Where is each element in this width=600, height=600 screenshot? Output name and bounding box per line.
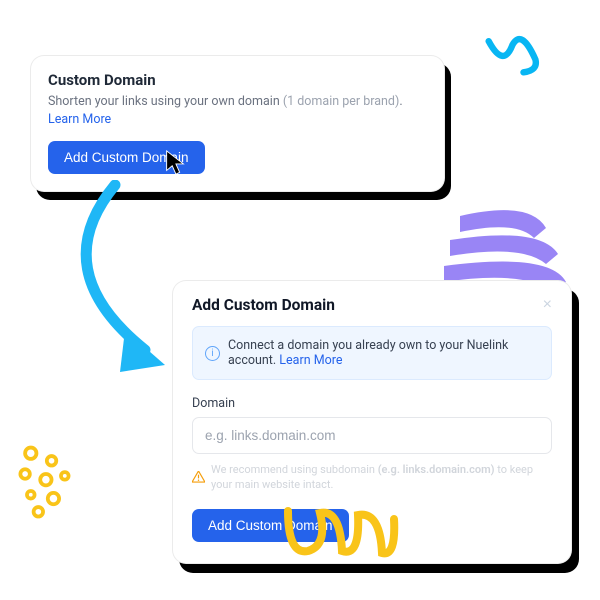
add-custom-domain-dialog: Add Custom Domain × i Connect a domain y… <box>172 280 572 564</box>
add-custom-domain-submit-button[interactable]: Add Custom Domain <box>192 509 349 542</box>
dialog-title: Add Custom Domain <box>192 296 335 314</box>
learn-more-link[interactable]: Learn More <box>279 353 342 368</box>
cursor-icon <box>165 150 185 176</box>
info-banner: i Connect a domain you already own to yo… <box>192 326 552 380</box>
card-subtitle: Shorten your links using your own domain… <box>48 93 427 129</box>
info-banner-text: Connect a domain you already own to your… <box>228 338 539 368</box>
learn-more-link[interactable]: Learn More <box>48 112 111 127</box>
domain-input[interactable] <box>192 417 552 454</box>
domain-hint: We recommend using subdomain (e.g. links… <box>192 462 552 493</box>
info-icon: i <box>205 346 220 361</box>
blue-squiggle-decoration <box>485 32 540 87</box>
close-icon[interactable]: × <box>543 297 552 313</box>
card-title: Custom Domain <box>48 71 427 89</box>
domain-field-label: Domain <box>192 396 552 411</box>
yellow-dots-decoration <box>10 440 95 525</box>
custom-domain-card: Custom Domain Shorten your links using y… <box>30 55 445 192</box>
warning-icon <box>192 471 205 483</box>
